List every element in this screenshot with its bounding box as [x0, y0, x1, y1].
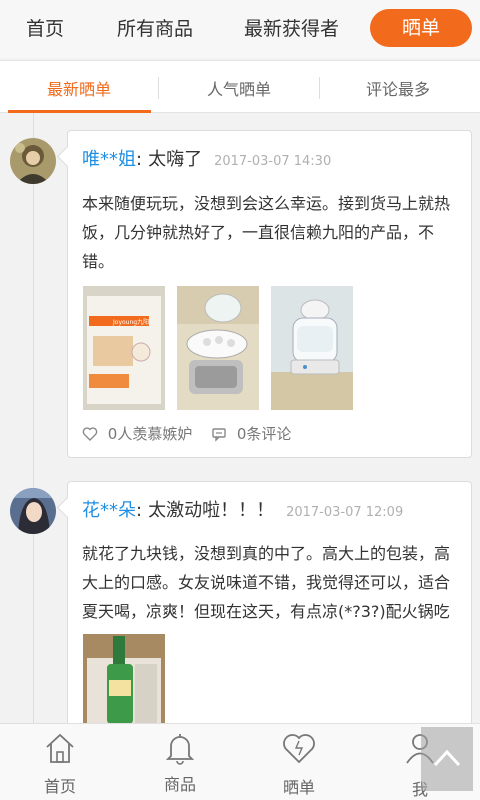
tab-home[interactable]: 首页	[20, 724, 100, 800]
tab-home-label: 首页	[43, 777, 76, 796]
post-likes[interactable]: 0人羡慕嫉妒	[108, 423, 193, 444]
chevron-up-icon	[433, 749, 461, 767]
active-tab-indicator	[8, 110, 151, 113]
tab-show-orders[interactable]: 晒单	[259, 724, 339, 800]
nav-home[interactable]: 首页	[26, 14, 64, 41]
sub-tabs: 最新晒单 人气晒单 评论最多	[0, 60, 480, 113]
avatar-image	[10, 488, 56, 534]
post-photo[interactable]	[177, 286, 259, 410]
tab-most-comments[interactable]: 评论最多	[366, 76, 430, 100]
avatar-image	[10, 138, 56, 184]
post-photo[interactable]	[83, 634, 165, 724]
post-colon: :	[136, 149, 143, 170]
nav-latest-winners[interactable]: 最新获得者	[244, 14, 339, 41]
home-icon	[46, 733, 74, 763]
nav-all-products[interactable]: 所有商品	[117, 14, 193, 41]
avatar[interactable]	[10, 138, 56, 184]
post-stats: 0人羡慕嫉妒 0条评论	[82, 423, 291, 444]
post-title: 太嗨了	[148, 149, 203, 170]
bell-icon	[165, 734, 195, 765]
heart-icon	[283, 734, 315, 764]
post-time: 2017-03-07 14:30	[214, 154, 332, 169]
tab-popular[interactable]: 人气晒单	[207, 76, 271, 100]
post-text: 就花了九块钱，没想到真的中了。高大上的包装，高大上的口感。女友说味道不错，我觉得…	[82, 544, 451, 621]
top-nav: 首页 所有商品 最新获得者 晒单	[0, 0, 480, 58]
post-text: 本来随便玩玩，没想到会这么幸运。接到货马上就热饭，几分钟就热好了，一直很信赖九阳…	[82, 194, 451, 271]
bottom-tab-bar: 首页 商品 晒单 我	[0, 723, 480, 800]
heart-icon[interactable]	[82, 426, 98, 442]
tab-divider	[319, 77, 320, 99]
photo-drink-image	[83, 634, 165, 724]
post-photo[interactable]	[271, 286, 353, 410]
post-card[interactable]: 唯**姐: 太嗨了 2017-03-07 14:30 本来随便玩玩，没想到会这么幸运…	[67, 130, 472, 458]
nav-show-orders[interactable]: 晒单	[370, 9, 472, 47]
tab-show-orders-label: 晒单	[282, 778, 315, 797]
post-header: 唯**姐: 太嗨了 2017-03-07 14:30	[82, 145, 331, 171]
photo-box-image: Joyoung九阳	[83, 286, 165, 410]
post-header: 花**朵: 太激动啦！！！ 2017-03-07 12:09	[82, 496, 403, 522]
comment-icon[interactable]	[211, 426, 227, 442]
post-time: 2017-03-07 12:09	[286, 505, 404, 520]
post-username[interactable]: 花**朵	[82, 500, 136, 521]
post-photo[interactable]: Joyoung九阳	[83, 286, 165, 410]
post-card[interactable]: 花**朵: 太激动啦！！！ 2017-03-07 12:09 就花了九块钱，没想到真…	[67, 481, 472, 741]
post-comments[interactable]: 0条评论	[237, 423, 292, 444]
tab-products[interactable]: 商品	[140, 724, 220, 800]
avatar[interactable]	[10, 488, 56, 534]
post-username[interactable]: 唯**姐	[82, 149, 136, 170]
photo-brand-label: Joyoung九阳	[112, 318, 149, 326]
photo-cooker-image	[271, 286, 353, 410]
tab-divider	[158, 77, 159, 99]
back-to-top-button[interactable]	[421, 727, 473, 791]
post-colon: :	[136, 500, 143, 521]
photo-steamer-image	[177, 286, 259, 410]
tab-latest[interactable]: 最新晒单	[47, 76, 111, 100]
post-title: 太激动啦！！！	[148, 500, 275, 521]
timeline-line	[33, 113, 34, 723]
tab-products-label: 商品	[163, 775, 196, 794]
